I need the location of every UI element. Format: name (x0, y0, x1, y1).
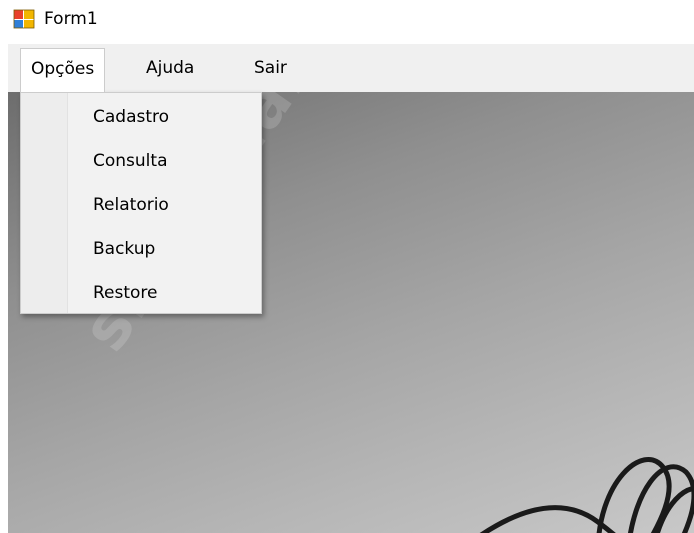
windows-form-icon (13, 9, 35, 29)
window-title: Form1 (44, 9, 98, 29)
app-window: Form1 Opções Ajuda Sair slideshare Cadas… (0, 0, 694, 533)
menu-item-relatorio[interactable]: Relatorio (67, 183, 259, 227)
menu-bar: Opções Ajuda Sair (8, 44, 694, 92)
menu-item-consulta[interactable]: Consulta (67, 139, 259, 183)
title-bar[interactable]: Form1 (0, 0, 694, 44)
menu-item-cadastro[interactable]: Cadastro (67, 95, 259, 139)
dropdown-icon-gutter (21, 93, 68, 313)
opcoes-dropdown-menu: Cadastro Consulta Relatorio Backup Resto… (20, 92, 262, 314)
menu-sair[interactable]: Sair (244, 48, 297, 88)
menu-ajuda[interactable]: Ajuda (136, 48, 204, 88)
coil-graphic (479, 457, 694, 533)
menu-item-backup[interactable]: Backup (67, 227, 259, 271)
menu-item-restore[interactable]: Restore (67, 271, 259, 315)
menu-opcoes[interactable]: Opções (20, 48, 106, 92)
